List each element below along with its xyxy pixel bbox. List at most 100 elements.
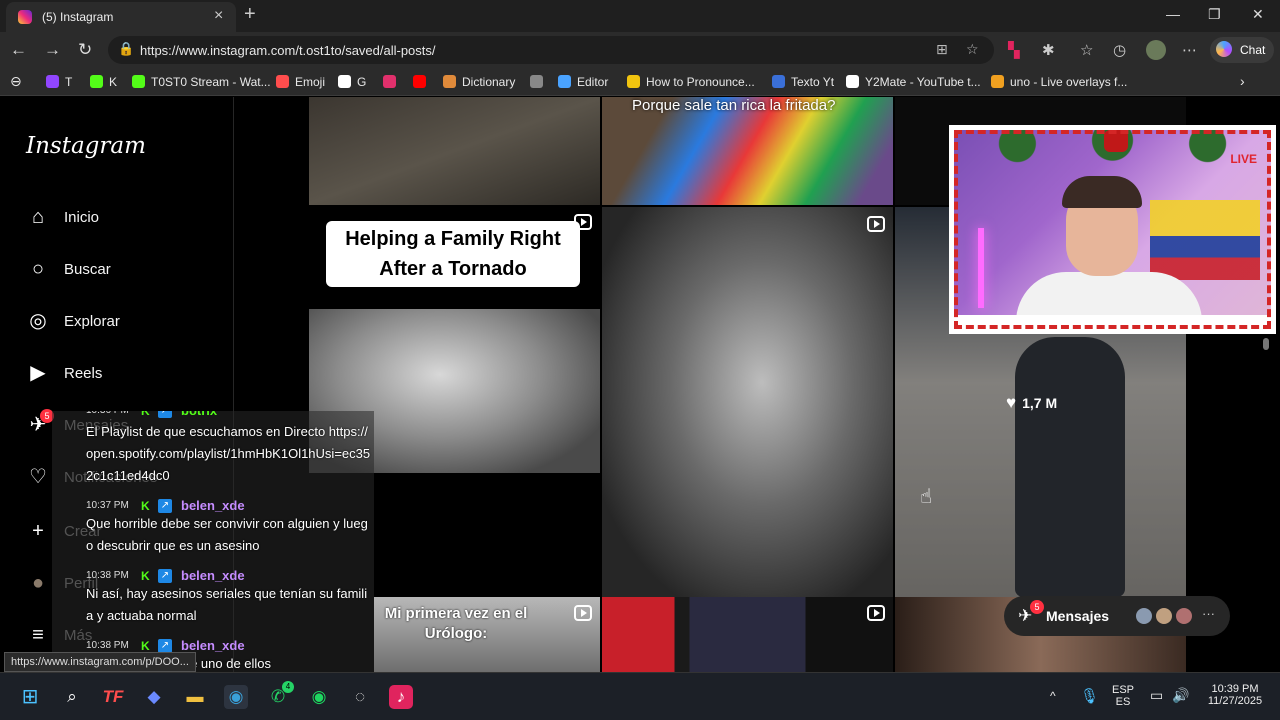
bookmark-label: G bbox=[357, 75, 367, 89]
bookmark-item[interactable]: Y2Mate - YouTube t... bbox=[846, 75, 981, 89]
language-indicator[interactable]: ESP ES bbox=[1110, 684, 1136, 708]
reel-icon bbox=[867, 605, 885, 621]
bookmark-item[interactable]: G bbox=[338, 75, 366, 89]
bookmark-favicon-icon bbox=[413, 75, 426, 88]
bookmark-item[interactable]: Texto Yt bbox=[772, 75, 834, 89]
favorites-icon[interactable]: ☆ bbox=[1080, 41, 1093, 59]
clock[interactable]: 10:39 PM 11/27/2025 bbox=[1200, 683, 1270, 707]
spotify-icon[interactable]: ◉ bbox=[307, 685, 331, 709]
bookmark-label: Y2Mate - YouTube t... bbox=[865, 75, 981, 89]
microphone-icon[interactable]: 🎙 bbox=[1080, 687, 1099, 705]
nav-item-home[interactable]: ⌂ Inicio bbox=[26, 203, 226, 233]
apps-icon[interactable]: ⊞ bbox=[936, 41, 948, 58]
likes-value: 1,7 M bbox=[1022, 395, 1058, 411]
favorite-star-icon[interactable]: ☆ bbox=[966, 41, 979, 58]
reels-icon: ▶ bbox=[30, 362, 46, 384]
bookmark-item[interactable]: How to Pronounce... bbox=[627, 75, 755, 89]
language-bottom: ES bbox=[1115, 696, 1131, 708]
subscriber-badge-icon: ↗ bbox=[158, 569, 172, 583]
tf-app-icon[interactable]: TF bbox=[101, 685, 125, 709]
avatar bbox=[1154, 606, 1174, 626]
status-bar-url: https://www.instagram.com/p/DOO... bbox=[4, 652, 196, 672]
bookmark-favicon-icon bbox=[772, 75, 785, 88]
chat-text: El Playlist de que escuchamos en Directo… bbox=[86, 424, 371, 483]
chevron-right-icon[interactable]: › bbox=[1240, 73, 1245, 89]
post-tile[interactable]: Porque sale tan rica la fritada? bbox=[602, 97, 893, 205]
obs-icon[interactable]: ◌ bbox=[348, 685, 372, 709]
kick-badge-icon: K bbox=[141, 639, 150, 653]
bookmark-label: uno - Live overlays f... bbox=[1010, 75, 1128, 89]
nav-label: Explorar bbox=[64, 313, 120, 330]
reel-icon bbox=[867, 216, 885, 232]
neon-light bbox=[978, 228, 984, 308]
bookmark-favicon-icon bbox=[132, 75, 145, 88]
volume-icon[interactable]: 🔊 bbox=[1172, 687, 1189, 704]
bookmark-item[interactable] bbox=[413, 75, 432, 89]
post-tile-bus[interactable] bbox=[602, 207, 893, 597]
minimize-button[interactable]: — bbox=[1166, 6, 1180, 22]
refresh-button[interactable]: ↻ bbox=[78, 40, 92, 60]
bookmark-item[interactable]: Editor bbox=[558, 75, 608, 89]
messages-pill[interactable]: ✈ 5 Mensajes ··· bbox=[1004, 596, 1230, 636]
red-bow-icon bbox=[1104, 130, 1128, 152]
chat-username: belen_xde bbox=[181, 568, 245, 583]
windows-start-icon[interactable]: ⊞ bbox=[18, 685, 42, 709]
back-button[interactable]: ← bbox=[10, 40, 27, 60]
tray-chevron-icon[interactable]: ^ bbox=[1050, 689, 1056, 703]
kick-badge-icon: K bbox=[141, 411, 150, 418]
instagram-logo[interactable]: Instagram bbox=[26, 133, 146, 159]
bookmark-item[interactable]: uno - Live overlays f... bbox=[991, 75, 1127, 89]
profile-avatar-icon[interactable] bbox=[1146, 40, 1166, 60]
bookmark-item[interactable] bbox=[530, 75, 549, 89]
bookmark-item[interactable] bbox=[383, 75, 402, 89]
post-tile[interactable] bbox=[309, 97, 600, 205]
post-tile-football[interactable] bbox=[602, 597, 893, 672]
close-tab-icon[interactable]: × bbox=[214, 7, 223, 25]
app-icon[interactable]: ◆ bbox=[142, 685, 166, 709]
extensions-puzzle-icon[interactable]: ✱ bbox=[1042, 41, 1055, 59]
chat-text: Ni así, hay asesinos seriales que tenían… bbox=[86, 586, 368, 623]
subscriber-badge-icon: ↗ bbox=[158, 411, 172, 418]
bookmark-item[interactable]: K bbox=[90, 75, 117, 89]
bookmark-favicon-icon bbox=[558, 75, 571, 88]
bookmark-favicon-icon bbox=[90, 75, 103, 88]
edge-browser-icon[interactable]: ◉ bbox=[224, 685, 248, 709]
extension-icon[interactable]: ▚ bbox=[1008, 41, 1020, 59]
bookmark-item[interactable]: T0ST0 Stream - Wat... bbox=[132, 75, 271, 89]
lock-icon: 🔒 bbox=[118, 41, 135, 56]
chat-username: belen_xde bbox=[181, 638, 245, 653]
forward-button[interactable]: → bbox=[44, 40, 61, 60]
chat-text: Que horrible debe ser convivir con algui… bbox=[86, 516, 368, 553]
search-icon[interactable]: ⌕ bbox=[60, 685, 84, 709]
whatsapp-badge: 4 bbox=[282, 681, 294, 693]
new-tab-button[interactable]: + bbox=[244, 3, 256, 26]
scrollbar[interactable] bbox=[1262, 100, 1270, 670]
bookmark-label: T bbox=[65, 75, 73, 89]
nav-item-reels[interactable]: ▶ Reels bbox=[26, 359, 226, 389]
bookmark-label: Emoji bbox=[295, 75, 326, 89]
chat-label: Chat bbox=[1240, 43, 1266, 57]
bookmark-item[interactable]: Dictionary bbox=[443, 75, 515, 89]
bookmark-label: Texto Yt bbox=[791, 75, 835, 89]
plus-icon: + bbox=[32, 520, 44, 542]
nav-item-compass[interactable]: ◎ Explorar bbox=[26, 307, 226, 337]
maximize-button[interactable]: ❐ bbox=[1208, 6, 1221, 23]
file-explorer-icon[interactable]: ▬ bbox=[183, 685, 207, 709]
bookmarks-icon[interactable]: ⊖ bbox=[10, 73, 22, 90]
history-icon[interactable]: ◷ bbox=[1113, 41, 1126, 59]
chat-time: 10:37 PM bbox=[86, 500, 129, 511]
nav-label: Reels bbox=[64, 365, 103, 382]
scrollbar-thumb[interactable] bbox=[1263, 338, 1269, 350]
bookmark-item[interactable]: T bbox=[46, 75, 72, 89]
more-menu-icon[interactable]: ⋯ bbox=[1182, 41, 1197, 59]
nav-item-search[interactable]: ○ Buscar bbox=[26, 255, 226, 285]
browser-tab-instagram[interactable]: (5) Instagram × bbox=[6, 2, 236, 32]
close-window-button[interactable]: ✕ bbox=[1252, 6, 1264, 23]
bookmark-item[interactable]: Emoji bbox=[276, 75, 325, 89]
tiktok-icon[interactable]: ♪ bbox=[389, 685, 413, 709]
copilot-chat-button[interactable]: Chat bbox=[1210, 37, 1274, 63]
bookmark-label: How to Pronounce... bbox=[646, 75, 755, 89]
address-bar[interactable]: 🔒 https://www.instagram.com/t.ost1to/sav… bbox=[108, 36, 994, 64]
subscriber-badge-icon: ↗ bbox=[158, 639, 172, 653]
network-icon[interactable]: ▭ bbox=[1150, 687, 1163, 704]
